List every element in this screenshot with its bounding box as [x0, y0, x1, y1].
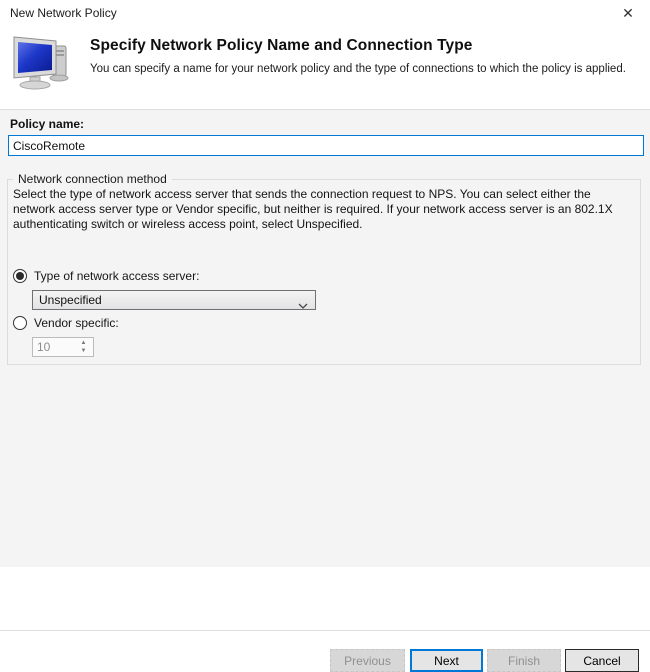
- radio-row-type: Type of network access server:: [13, 269, 199, 283]
- policy-name-input[interactable]: [8, 135, 644, 156]
- close-icon[interactable]: ✕: [612, 1, 644, 25]
- computer-monitor-icon: [9, 32, 73, 95]
- spinner-value: 10: [37, 340, 51, 354]
- previous-button[interactable]: Previous: [330, 649, 405, 672]
- wizard-header: New Network Policy ✕ Specify Network Pol…: [0, 0, 650, 110]
- page-subtitle: You can specify a name for your network …: [90, 63, 626, 75]
- network-connection-method-group: Network connection method Select the typ…: [7, 172, 641, 365]
- radio-vendor-label: Vendor specific:: [34, 316, 119, 330]
- cancel-button[interactable]: Cancel: [565, 649, 639, 672]
- spinner-buttons: ▲ ▼: [76, 340, 91, 354]
- spinner-down-icon[interactable]: ▼: [76, 348, 91, 354]
- next-button[interactable]: Next: [410, 649, 483, 672]
- radio-type-of-network-access-server[interactable]: [13, 269, 27, 283]
- group-legend: Network connection method: [13, 172, 172, 186]
- page-title: Specify Network Policy Name and Connecti…: [90, 37, 473, 54]
- finish-button[interactable]: Finish: [487, 649, 561, 672]
- window-title: New Network Policy: [10, 6, 117, 20]
- radio-row-vendor: Vendor specific:: [13, 316, 119, 330]
- radio-vendor-specific[interactable]: [13, 316, 27, 330]
- group-description: Select the type of network access server…: [13, 187, 613, 231]
- spinner-up-icon[interactable]: ▲: [76, 340, 91, 346]
- vendor-specific-spinner[interactable]: 10 ▲ ▼: [32, 337, 94, 357]
- radio-type-label: Type of network access server:: [34, 269, 200, 283]
- network-access-server-type-dropdown[interactable]: Unspecified: [32, 290, 316, 310]
- wizard-body: Policy name: Network connection method S…: [0, 110, 650, 672]
- dropdown-selected-value: Unspecified: [39, 293, 102, 307]
- chevron-down-icon: [298, 298, 308, 312]
- footer-divider: [0, 630, 650, 631]
- policy-name-label: Policy name:: [10, 117, 85, 131]
